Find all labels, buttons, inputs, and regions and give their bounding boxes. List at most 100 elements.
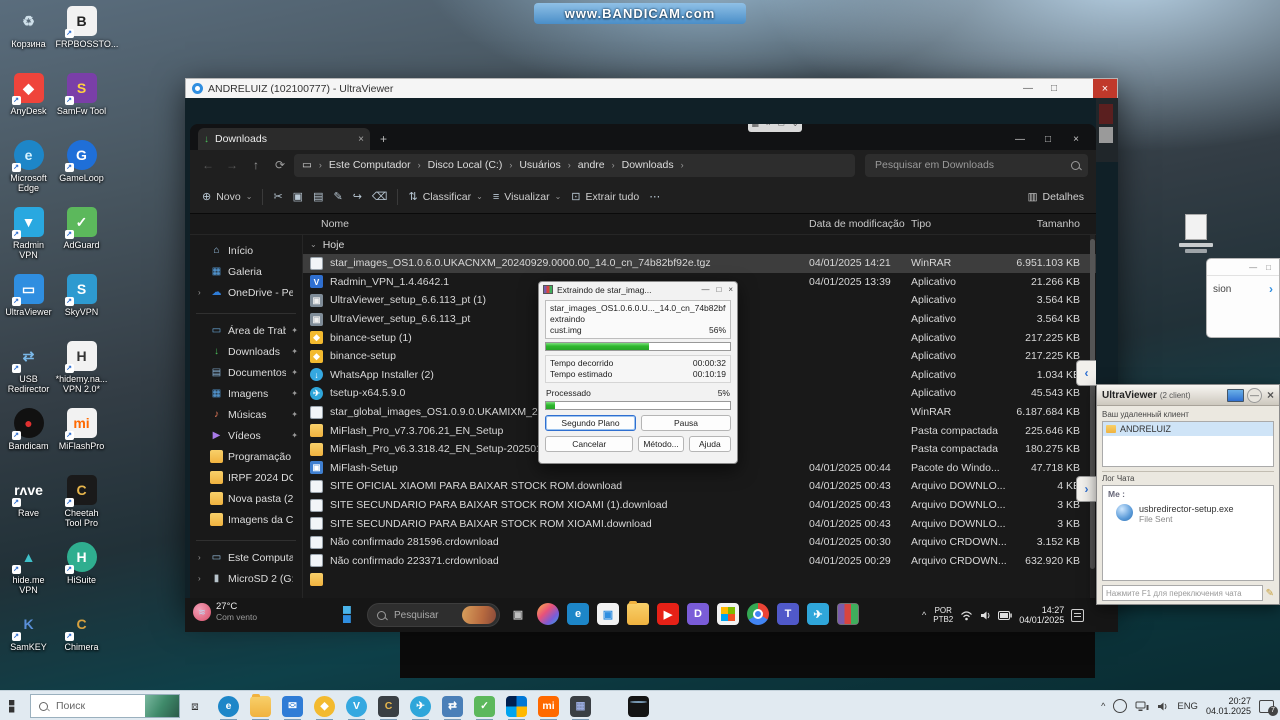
desktop-icon[interactable]: ● ↗ Bandicam: [2, 408, 55, 475]
forward-button[interactable]: →: [222, 158, 242, 172]
sidebar-item[interactable]: ▤ Documentos ✦: [190, 362, 302, 383]
delete-icon[interactable]: ⌫: [372, 190, 388, 203]
desktop-icon[interactable]: ▼ ↗ Radmin VPN: [2, 207, 55, 274]
breadcrumb-item[interactable]: andre: [578, 159, 605, 171]
maximize-button[interactable]: □: [1041, 79, 1067, 98]
desktop-icon[interactable]: mi ↗ MiFlashPro: [55, 408, 108, 475]
close-icon[interactable]: ×: [728, 285, 733, 294]
sidebar-item[interactable]: › ▭ Este Computado: [190, 547, 302, 568]
sidebar-item[interactable]: ⌂ Início: [190, 240, 302, 261]
copilot[interactable]: [537, 603, 559, 625]
file-sent-entry[interactable]: usbredirector-setup.exe File Sent: [1108, 504, 1268, 524]
file-row[interactable]: Não confirmado 223371.crdownload 04/01/2…: [303, 552, 1096, 571]
desktop-icon[interactable]: e ↗ Microsoft Edge: [2, 140, 55, 207]
binance[interactable]: ◆: [314, 695, 335, 720]
new-button[interactable]: ⊕ Novo ⌄: [202, 190, 252, 204]
group-header-today[interactable]: ⌄ Hoje: [303, 235, 1096, 254]
sidebar-item[interactable]: Imagens da Cân: [190, 509, 302, 530]
view-button[interactable]: ≡ Visualizar ⌄: [493, 191, 561, 203]
file-row[interactable]: [303, 570, 1096, 589]
language-indicator[interactable]: ENG: [1177, 701, 1198, 712]
chat-expand-chevron[interactable]: ›: [1076, 476, 1096, 502]
column-size[interactable]: Tamanho: [1008, 218, 1096, 230]
desktop-icon[interactable]: C ↗ Chimera: [55, 609, 108, 676]
start-button[interactable]: [0, 691, 30, 720]
refresh-button[interactable]: ⟳: [270, 158, 290, 172]
share-icon[interactable]: ↪: [353, 190, 362, 203]
sidebar-item[interactable]: [196, 530, 296, 541]
file-row[interactable]: SITE SECUNDARIO PARA BAIXAR STOCK ROM XI…: [303, 514, 1096, 533]
desktop-icon[interactable]: ✓ ↗ AdGuard: [55, 207, 108, 274]
desktop-icon[interactable]: rʌve ↗ Rave: [2, 475, 55, 542]
edge[interactable]: e: [218, 695, 239, 720]
minimize-button[interactable]: —: [1015, 79, 1041, 98]
wifi-icon[interactable]: [960, 610, 973, 621]
desktop-icon[interactable]: ▲ ↗ hide.me VPN: [2, 542, 55, 609]
maximize-button[interactable]: □: [1034, 128, 1062, 150]
cancel-button[interactable]: Cancelar: [545, 436, 634, 452]
chevron-right-icon[interactable]: ›: [1269, 282, 1273, 296]
sidebar-item[interactable]: › ▮ MicroSD 2 (G:): [190, 568, 302, 589]
clock[interactable]: 20:27 04.01.2025: [1206, 696, 1251, 716]
explorer-search[interactable]: [865, 153, 1088, 177]
sidebar-item[interactable]: ▦ Galeria: [190, 261, 302, 282]
itop-vpn[interactable]: V: [346, 695, 367, 720]
minimize-icon[interactable]: —: [1249, 263, 1257, 272]
dark-app[interactable]: ▦: [570, 695, 591, 720]
teams[interactable]: T: [777, 603, 799, 625]
chrome[interactable]: [747, 603, 769, 625]
rename-icon[interactable]: ✎: [333, 190, 342, 203]
language-indicator[interactable]: POR PTB2: [933, 606, 953, 624]
explorer-search-input[interactable]: [873, 158, 1071, 172]
tab-downloads[interactable]: ↓ Downloads ×: [198, 128, 370, 150]
taskbar-search[interactable]: [30, 694, 180, 718]
tray-expand-icon[interactable]: ^: [1101, 701, 1105, 711]
sort-button[interactable]: ⇅ Classificar ⌄: [408, 190, 482, 204]
volume-icon[interactable]: [1157, 701, 1169, 712]
back-button[interactable]: ←: [198, 158, 218, 172]
chat-titlebar[interactable]: UltraViewer (2 client) — ×: [1097, 385, 1279, 406]
copy-icon[interactable]: ▣: [293, 190, 303, 203]
notification-center-icon[interactable]: [1071, 608, 1085, 622]
sidebar-item[interactable]: ▦ Imagens ✦: [190, 383, 302, 404]
pause-button[interactable]: Pausa: [641, 415, 731, 431]
sidebar-item[interactable]: IRPF 2024 DOC: [190, 467, 302, 488]
close-button[interactable]: ×: [1267, 388, 1274, 402]
breadcrumb-item[interactable]: Este Computador: [329, 159, 411, 171]
clock[interactable]: 14:27 04/01/2025: [1019, 605, 1064, 625]
monitor-icon[interactable]: ▭: [777, 124, 785, 128]
tray-expand-icon[interactable]: ^: [922, 610, 926, 620]
column-type[interactable]: Tipo: [911, 218, 1008, 230]
cut-icon[interactable]: ✂: [273, 190, 282, 203]
desktop-icon[interactable]: H ↗ HiSuite: [55, 542, 108, 609]
taskbar-search[interactable]: [367, 603, 500, 627]
breadcrumb-item[interactable]: Disco Local (C:): [428, 159, 503, 171]
desktop-icon[interactable]: ◆ ↗ AnyDesk: [2, 73, 55, 140]
client-row[interactable]: ANDRELUIZ: [1103, 422, 1273, 436]
minimize-button[interactable]: —: [1006, 128, 1034, 150]
desktop-icon[interactable]: ⇄ ↗ USB Redirector: [2, 341, 55, 408]
file-row[interactable]: star_images_OS1.0.6.0.UKACNXM_20240929.0…: [303, 254, 1096, 273]
scrollbar[interactable]: [1090, 235, 1095, 598]
dialog-titlebar[interactable]: Extraindo de star_imag... — □ ×: [539, 282, 737, 297]
network-icon[interactable]: [1135, 701, 1149, 712]
desktop-icon[interactable]: S ↗ SamFw Tool: [55, 73, 108, 140]
adguard[interactable]: ✓: [474, 695, 495, 720]
sidebar-item[interactable]: ♪ Músicas ✦: [190, 404, 302, 425]
task-view-button[interactable]: ⧈: [180, 699, 210, 714]
taskbar-search-input[interactable]: [54, 699, 139, 713]
desktop-icon[interactable]: G ↗ GameLoop: [55, 140, 108, 207]
close-button[interactable]: ×: [1062, 128, 1090, 150]
chat-message-input[interactable]: [1102, 585, 1263, 601]
youtube[interactable]: ▶: [657, 603, 679, 625]
file-row[interactable]: SITE OFICIAL XIAOMI PARA BAIXAR STOCK RO…: [303, 477, 1096, 496]
sidebar-item[interactable]: Programação: [190, 446, 302, 467]
scrollbar-thumb[interactable]: [1090, 239, 1095, 569]
tray-app-icon[interactable]: [1113, 699, 1128, 713]
microsoft-365[interactable]: [717, 603, 739, 625]
sidebar-item[interactable]: ▭ Área de Trab ✦: [190, 320, 302, 341]
file-explorer[interactable]: [250, 693, 271, 720]
paste-icon[interactable]: ▤: [313, 190, 323, 203]
mail[interactable]: ✉: [282, 695, 303, 720]
close-button[interactable]: ×: [1093, 79, 1117, 98]
